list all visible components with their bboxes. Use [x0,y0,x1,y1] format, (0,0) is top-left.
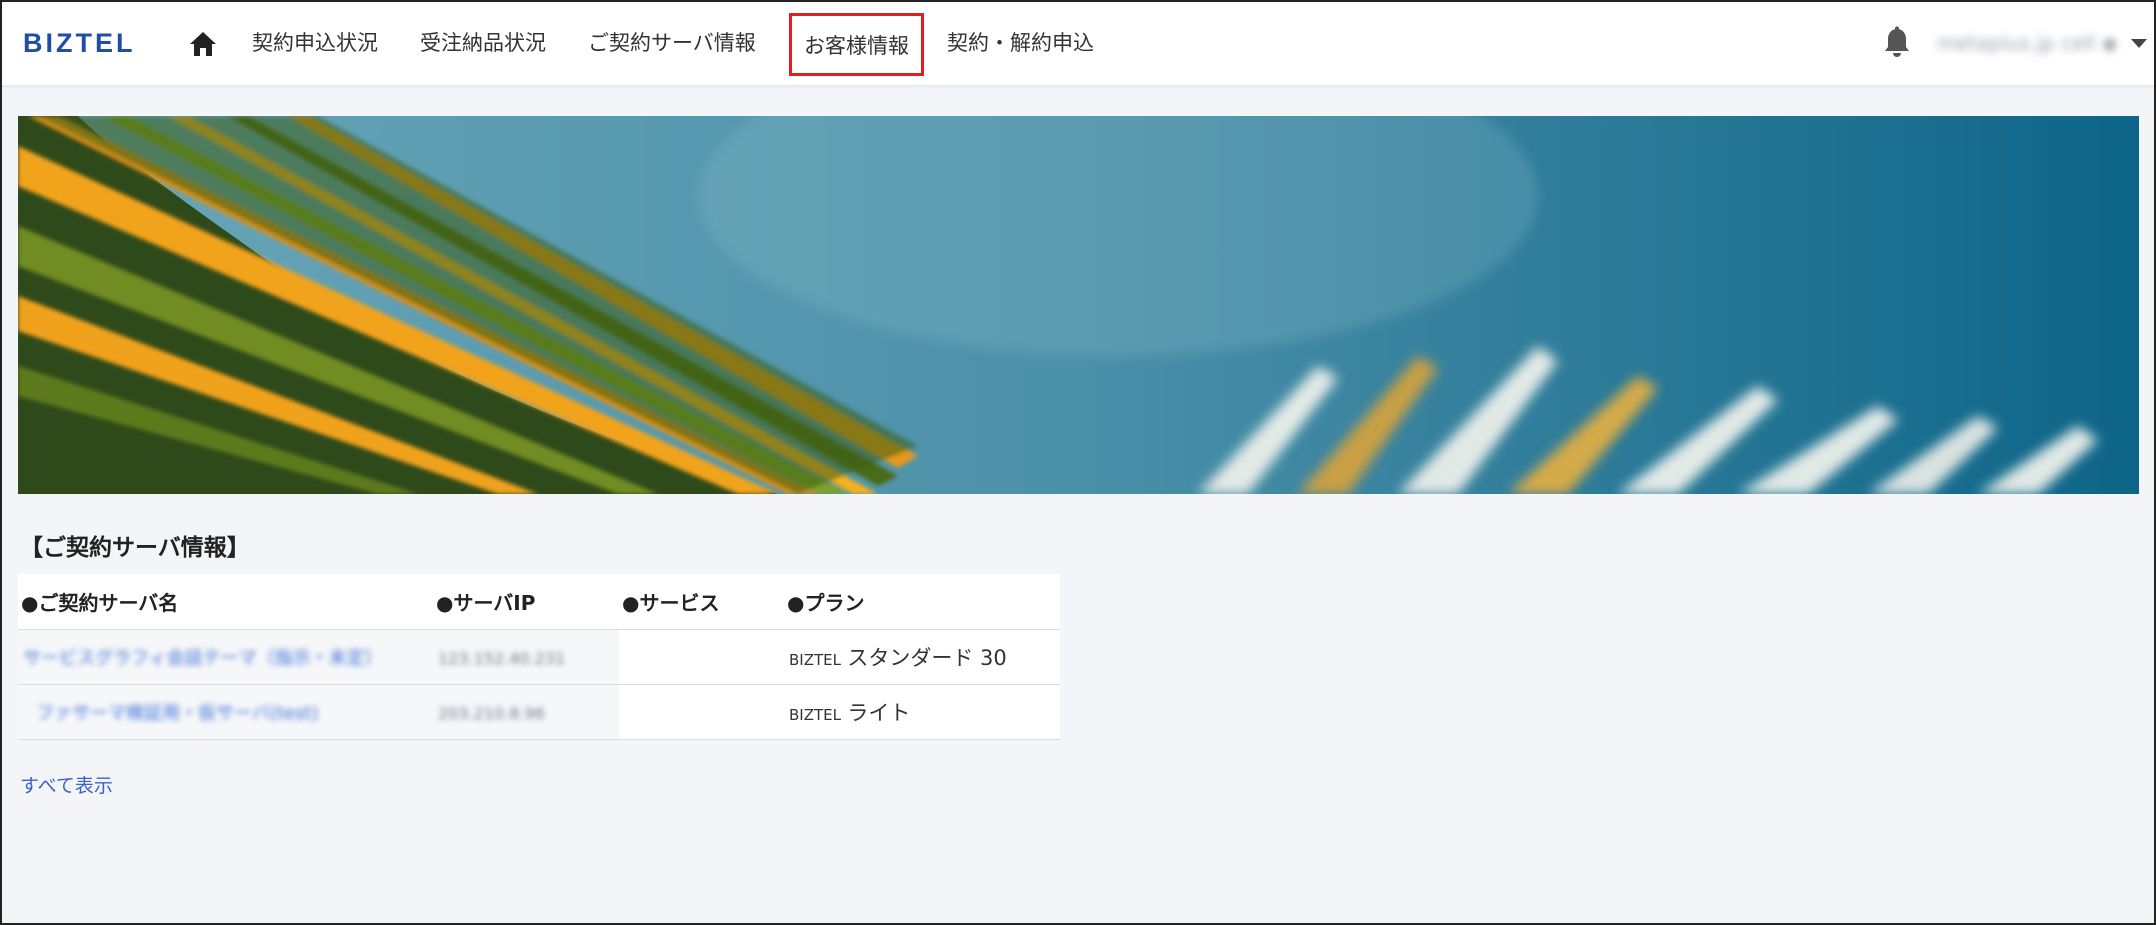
server-name-cell: サービスグラフィ会話テーマ（指示・未定） [18,629,433,685]
bell-icon[interactable] [1882,26,1912,60]
table-header-row: ●ご契約サーバ名 ●サーバIP ●サービス ●プラン [18,574,1060,630]
user-menu[interactable]: metaplus.jp cell ◆ [1937,28,2148,58]
plan-cell: BIZTEL ライト [784,684,1060,740]
caret-down-icon[interactable] [2131,38,2148,48]
server-ip-cell: 203.210.8.96 [433,684,619,740]
server-ip-cell: 123.152.40.231 [433,629,619,685]
hero-banner-image [18,116,2139,494]
column-header-server-ip: ●サーバIP [433,574,619,630]
nav-order-delivery-status[interactable]: 受注納品状況 [420,27,546,57]
column-header-server-name: ●ご契約サーバ名 [18,574,433,630]
server-name-link[interactable]: ファサーマ検証用・仮サーバ(test) [36,703,318,724]
plan-name: ライト [847,701,911,725]
show-all-link[interactable]: すべて表示 [20,771,113,798]
nav-contract-application-status[interactable]: 契約申込状況 [252,27,378,57]
plan-prefix: BIZTEL [789,706,841,724]
biztel-logo[interactable]: BIZTEL [23,28,136,59]
contract-server-section-title: 【ご契約サーバ情報】 [20,535,250,561]
column-header-plan: ●プラン [784,574,1060,630]
home-icon[interactable] [188,30,218,58]
server-name-link[interactable]: サービスグラフィ会話テーマ（指示・未定） [23,648,383,669]
plan-name: スタンダード 30 [847,646,1007,670]
nav-contract-server-info[interactable]: ご契約サーバ情報 [588,27,756,57]
table-row: サービスグラフィ会話テーマ（指示・未定） 123.152.40.231 BIZT… [18,629,1060,685]
server-name-cell: ファサーマ検証用・仮サーバ(test) [18,684,433,740]
service-cell [619,684,784,740]
user-name: metaplus.jp cell ◆ [1937,31,2118,55]
contract-server-table: ●ご契約サーバ名 ●サーバIP ●サービス ●プラン サービスグラフィ会話テーマ… [18,574,1060,740]
server-ip-value: 203.210.8.96 [438,704,545,723]
nav-customer-info[interactable]: お客様情報 [789,13,924,76]
plan-cell: BIZTEL スタンダード 30 [784,629,1060,685]
column-header-service: ●サービス [619,574,784,630]
table-row: ファサーマ検証用・仮サーバ(test) 203.210.8.96 BIZTEL … [18,684,1060,740]
server-ip-value: 123.152.40.231 [438,649,566,668]
top-navigation-bar: BIZTEL 契約申込状況 受注納品状況 ご契約サーバ情報 お客様情報 契約・解… [2,2,2154,85]
nav-contract-cancel-application[interactable]: 契約・解約申込 [947,27,1094,57]
service-cell [619,629,784,685]
plan-prefix: BIZTEL [789,651,841,669]
